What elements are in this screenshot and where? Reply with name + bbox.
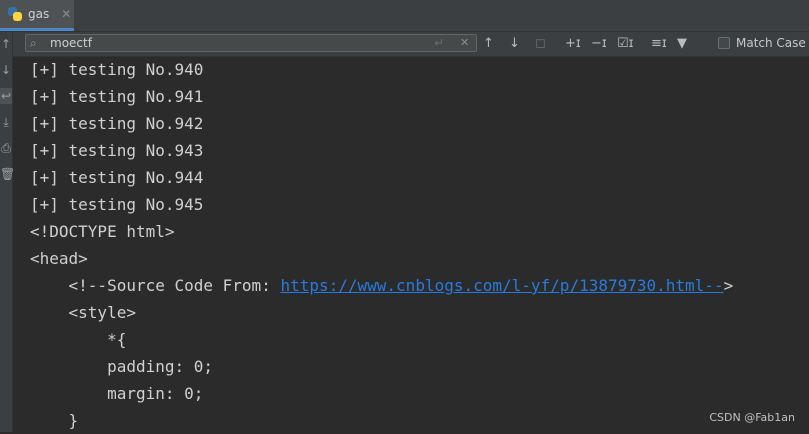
down-arrow-icon[interactable]: ↓	[0, 62, 12, 78]
trash-icon[interactable]: 🗑	[0, 166, 15, 182]
watermark: CSDN @Fab1an	[709, 411, 795, 424]
search-icon[interactable]: ⌕	[30, 35, 37, 51]
new-line-icon: ↵	[434, 36, 445, 50]
python-icon	[8, 7, 22, 21]
add-occurrence-icon[interactable]: +ɪ	[565, 35, 581, 53]
source-link[interactable]: https://www.cnblogs.com/l-yf/p/13879730.…	[280, 276, 723, 295]
console-line: <style>	[30, 303, 136, 322]
print-icon[interactable]: ⎙	[0, 140, 12, 156]
match-case-option[interactable]: Match Case	[718, 36, 806, 50]
scroll-to-end-icon[interactable]: ⤓	[0, 114, 12, 130]
comment-prefix: <!--Source Code From:	[30, 276, 281, 295]
console-line: [+] testing No.943	[30, 141, 204, 160]
tab-gas[interactable]: gas ✕	[0, 0, 74, 31]
console-line: margin: 0;	[30, 384, 204, 403]
comment-suffix: >	[723, 276, 734, 295]
remove-occurrence-icon[interactable]: −ɪ	[591, 35, 607, 53]
match-case-checkbox[interactable]	[718, 37, 730, 49]
console-line: [+] testing No.942	[30, 114, 204, 133]
close-icon[interactable]: ✕	[61, 7, 71, 21]
left-toolbar: ↑ ↓ ↩ ⤓ ⎙ 🗑	[0, 32, 15, 432]
previous-occurrence-icon[interactable]: ↑	[483, 35, 494, 53]
console-line: [+] testing No.940	[30, 60, 204, 79]
clear-search-icon[interactable]: ✕	[460, 35, 469, 51]
match-case-label: Match Case	[736, 36, 806, 50]
console-output[interactable]: [+] testing No.940 [+] testing No.941 [+…	[13, 57, 809, 432]
next-occurrence-icon[interactable]: ↓	[509, 35, 520, 53]
search-bar: ⌕ ↵ ✕ ↑ ↓ ◻ +ɪ −ɪ ☑ɪ ≡ɪ ▼ Match Case	[13, 32, 809, 57]
console-line: padding: 0;	[30, 357, 214, 376]
up-arrow-icon[interactable]: ↑	[0, 36, 12, 52]
search-input[interactable]	[50, 35, 430, 51]
console-line-source-comment: <!--Source Code From: https://www.cnblog…	[30, 272, 734, 299]
console-line: *{	[30, 330, 127, 349]
tab-label: gas	[28, 7, 50, 21]
console-line: [+] testing No.944	[30, 168, 204, 187]
filter-icon[interactable]: ▼	[677, 35, 687, 53]
console-line: [+] testing No.945	[30, 195, 204, 214]
show-filter-icon[interactable]: ≡ɪ	[651, 35, 667, 53]
console-line: <!DOCTYPE html>	[30, 222, 175, 241]
select-all-occurrences-icon[interactable]: ☑ɪ	[617, 35, 634, 53]
console-line: <head>	[30, 249, 88, 268]
console-line: [+] testing No.941	[30, 87, 204, 106]
search-box: ⌕ ↵ ✕	[25, 34, 477, 52]
tab-bar: gas ✕	[0, 0, 809, 32]
console-line: }	[30, 411, 79, 430]
context-icon[interactable]: ◻	[535, 35, 546, 53]
soft-wrap-icon[interactable]: ↩	[0, 88, 12, 104]
